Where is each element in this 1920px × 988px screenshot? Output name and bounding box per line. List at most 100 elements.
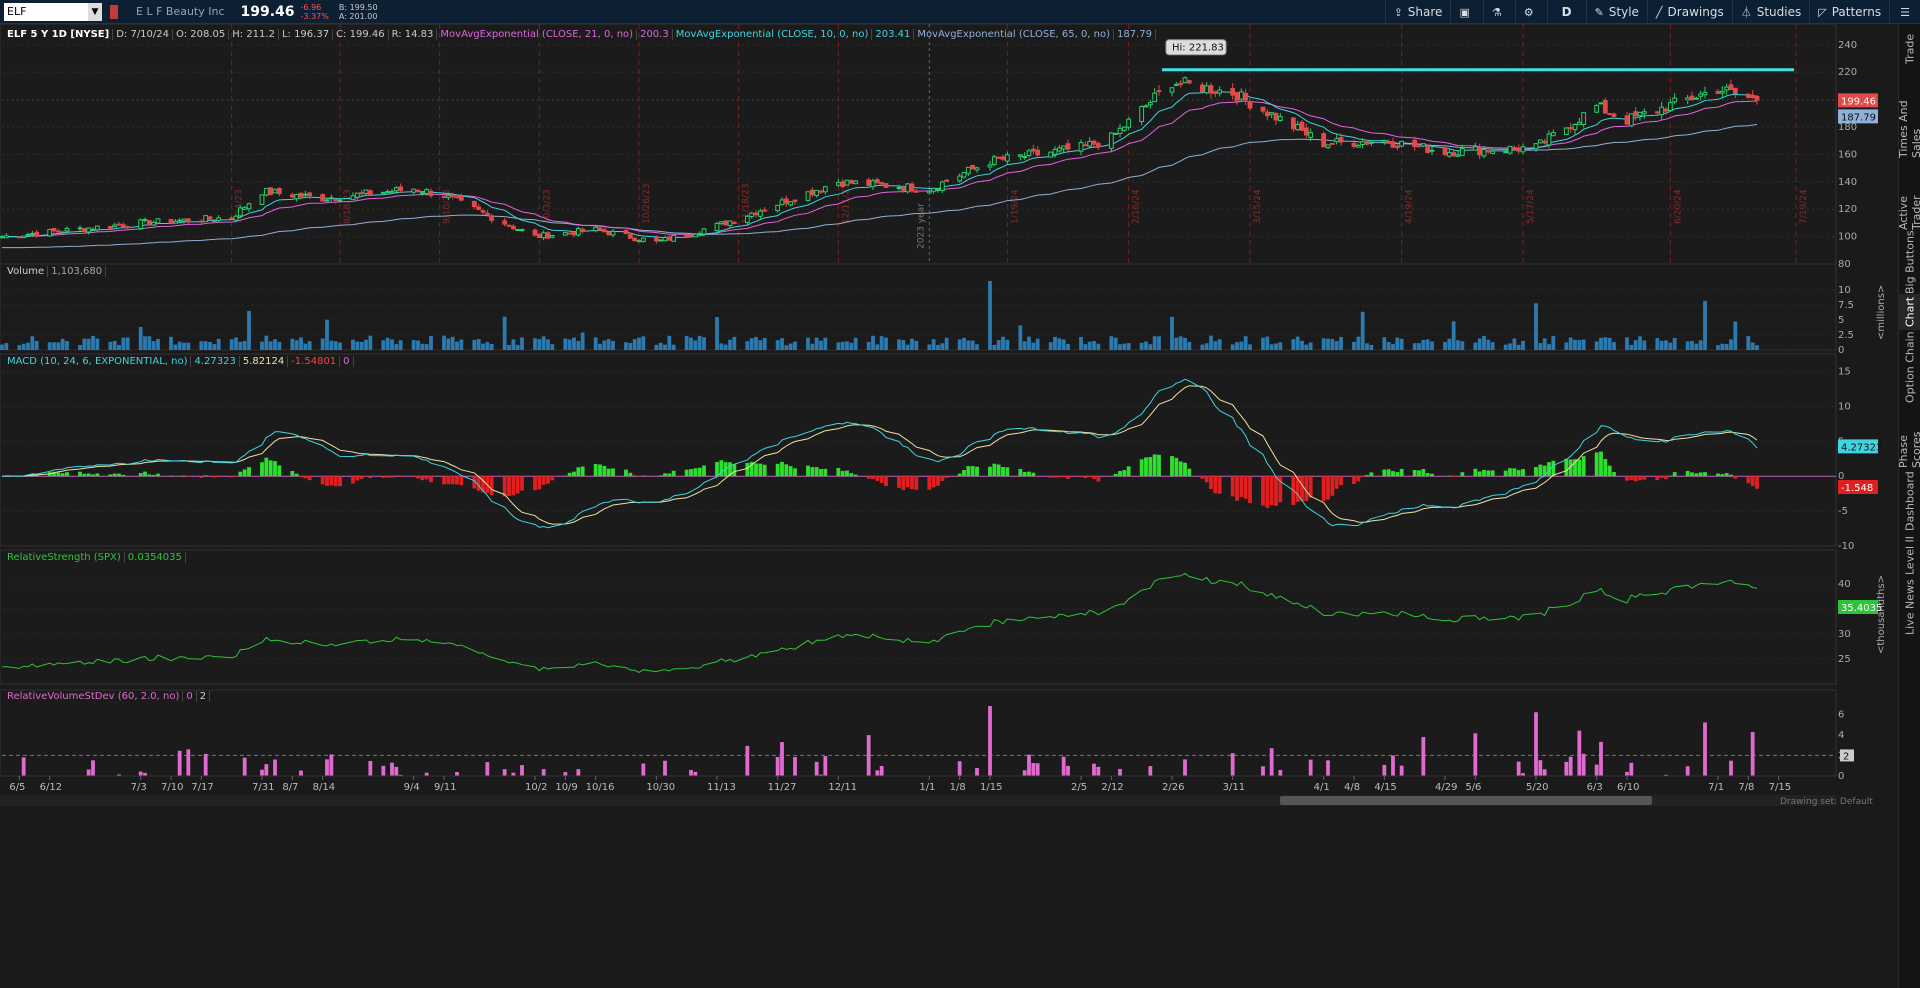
chart-symbol-label[interactable]: ELF 5 Y 1D [NYSE] — [4, 28, 114, 40]
candle-body — [1113, 132, 1119, 135]
candle-body — [480, 210, 486, 213]
macd-histogram-bar — [1352, 476, 1356, 484]
candle-body — [1689, 95, 1695, 101]
volume-bar — [853, 337, 858, 350]
volume-bar — [1456, 340, 1460, 350]
volume-label[interactable]: Volume — [4, 265, 49, 277]
candle-body — [77, 227, 83, 230]
volume-bar — [208, 342, 212, 350]
side-tab-live-news[interactable]: Live News — [1899, 576, 1920, 638]
macd-histogram-bar — [95, 473, 100, 477]
volume-bar — [1625, 337, 1629, 350]
volume-bar — [988, 281, 992, 350]
volume-bar — [944, 337, 949, 350]
candle-body — [1078, 142, 1084, 152]
rs-label[interactable]: RelativeStrength (SPX) — [4, 551, 125, 563]
style-button[interactable]: ✎ Style — [1585, 0, 1647, 24]
aggregation-button[interactable]: D — [1546, 0, 1586, 24]
ema21-label[interactable]: MovAvgExponential (CLOSE, 21, 0, no) — [437, 28, 638, 40]
volume-y-tick: 10 — [1838, 285, 1851, 296]
share-button[interactable]: ⇪ Share — [1384, 0, 1451, 24]
volume-bar — [580, 332, 585, 350]
volume-bar — [593, 337, 598, 350]
candle-body — [1091, 140, 1097, 145]
volume-bar — [56, 342, 61, 350]
macd-histogram-bar — [1386, 469, 1391, 477]
rvsd-bar — [1685, 766, 1690, 776]
grid-button[interactable]: ▣ — [1450, 0, 1482, 24]
side-tab-chart[interactable]: Chart — [1899, 294, 1920, 330]
macd-histogram-bar — [1655, 476, 1660, 481]
side-tab-times-and-sales[interactable]: Times And Sales — [1897, 74, 1920, 158]
volume-bar — [290, 338, 295, 350]
volume-bar — [1755, 345, 1759, 350]
flask-button[interactable]: ⚗ — [1482, 0, 1515, 24]
candle-body — [263, 187, 269, 196]
rvsd-label[interactable]: RelativeVolumeStDev (60, 2.0, no) — [4, 690, 184, 702]
candle-body — [1004, 154, 1010, 162]
volume-bar — [294, 340, 299, 350]
volume-bar — [957, 339, 962, 350]
volume-bar — [30, 336, 35, 350]
drawings-button[interactable]: ╱ Drawings — [1646, 0, 1732, 24]
candle-body — [1364, 141, 1370, 145]
studies-button[interactable]: ⏃ Studies — [1731, 0, 1810, 24]
chevron-down-icon[interactable]: ▼ — [88, 2, 102, 21]
volume-bar — [745, 341, 750, 350]
volume-bar — [485, 342, 490, 350]
symbol-input[interactable]: ELF ▼ — [4, 2, 102, 21]
candle-body — [1290, 117, 1296, 130]
volume-bar — [4, 343, 9, 350]
macd-histogram-bar — [1300, 476, 1304, 502]
macd-histogram-bar — [966, 466, 971, 477]
rvsd-bar — [390, 762, 394, 776]
macd-histogram-bar — [1217, 476, 1222, 494]
settings-button[interactable]: ⚙ — [1514, 0, 1547, 24]
candle-body — [1121, 126, 1127, 131]
ema65-label[interactable]: MovAvgExponential (CLOSE, 65, 0, no) — [914, 28, 1115, 40]
patterns-button[interactable]: ◸ Patterns — [1809, 0, 1889, 24]
volume-bar — [182, 342, 186, 350]
macd-histogram-bar — [576, 467, 581, 477]
rvsd-bar — [381, 765, 386, 776]
macd-histogram-bar — [1213, 476, 1218, 494]
chart-area[interactable]: 240220200180160140120100807/24/238/18/23… — [0, 23, 1898, 988]
volume-bar — [719, 343, 724, 350]
side-tab-level-ii[interactable]: Level II — [1899, 534, 1920, 576]
volume-bar — [229, 339, 234, 350]
volume-bar — [762, 337, 767, 350]
volume-bar — [1599, 337, 1603, 350]
macd-label[interactable]: MACD (10, 24, 6, EXPONENTIAL, no) — [4, 355, 192, 367]
macd-histogram-bar — [611, 468, 615, 477]
side-tab-active-trader[interactable]: Active Trader — [1897, 158, 1920, 230]
volume-bar — [697, 335, 702, 350]
macd-histogram-bar — [1755, 476, 1759, 489]
side-tab-phase-scores[interactable]: Phase Scores — [1897, 404, 1920, 468]
volume-bar — [1217, 339, 1222, 350]
macd-histogram-bar — [511, 476, 516, 496]
candle-body — [294, 193, 300, 200]
candle-body — [549, 235, 555, 238]
ema10-label[interactable]: MovAvgExponential (CLOSE, 10, 0, no) — [673, 28, 873, 40]
flag-icon[interactable] — [110, 4, 118, 19]
candle-body — [363, 189, 369, 194]
side-tab-dashboard[interactable]: Dashboard — [1899, 468, 1920, 534]
patterns-label: Patterns — [1831, 5, 1882, 19]
candle-body — [571, 231, 577, 236]
side-tab-option-chain[interactable]: Option Chain — [1899, 330, 1920, 404]
volume-bar — [151, 341, 156, 350]
macd-histogram-bar — [1486, 470, 1491, 477]
chart-canvas[interactable]: 240220200180160140120100807/24/238/18/23… — [0, 23, 1898, 988]
candle-body — [562, 232, 568, 236]
volume-bar — [1300, 340, 1304, 350]
macd-histogram-bar — [329, 476, 334, 486]
rvsd-bar — [689, 769, 693, 776]
candle-body — [1217, 89, 1223, 94]
side-tab-big-buttons[interactable]: Big Buttons — [1899, 230, 1920, 294]
side-tab-trade[interactable]: Trade — [1899, 24, 1920, 74]
menu-button[interactable]: ☰ — [1889, 0, 1920, 24]
chart-scrollbar-thumb[interactable] — [1280, 796, 1652, 805]
volume-bar — [1035, 338, 1040, 350]
candle-body — [237, 207, 243, 217]
x-axis-label: 1/8 — [950, 782, 966, 793]
